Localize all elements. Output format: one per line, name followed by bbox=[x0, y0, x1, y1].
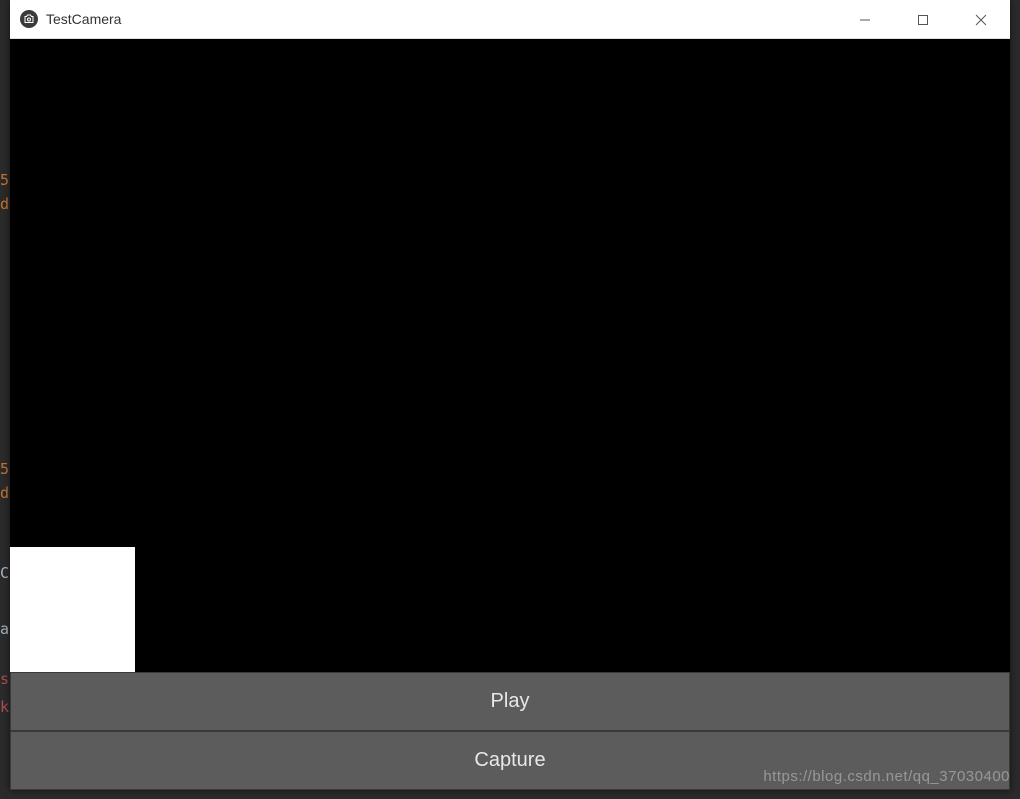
close-button[interactable] bbox=[952, 0, 1010, 39]
bg-code-fragment: s bbox=[0, 670, 9, 688]
app-window: TestCamera Play Capture bbox=[10, 0, 1010, 790]
window-title: TestCamera bbox=[46, 11, 121, 27]
maximize-icon bbox=[917, 14, 929, 26]
minimize-icon bbox=[859, 14, 871, 26]
play-button[interactable]: Play bbox=[10, 672, 1010, 731]
camera-app-icon bbox=[20, 10, 38, 28]
window-controls bbox=[836, 0, 1010, 39]
maximize-button[interactable] bbox=[894, 0, 952, 39]
title-bar[interactable]: TestCamera bbox=[10, 0, 1010, 39]
capture-thumbnail bbox=[10, 547, 135, 672]
minimize-button[interactable] bbox=[836, 0, 894, 39]
camera-preview-area bbox=[10, 39, 1010, 672]
capture-button[interactable]: Capture bbox=[10, 731, 1010, 790]
bg-code-fragment: a bbox=[0, 620, 9, 638]
close-icon bbox=[975, 14, 987, 26]
button-bar: Play Capture bbox=[10, 672, 1010, 790]
